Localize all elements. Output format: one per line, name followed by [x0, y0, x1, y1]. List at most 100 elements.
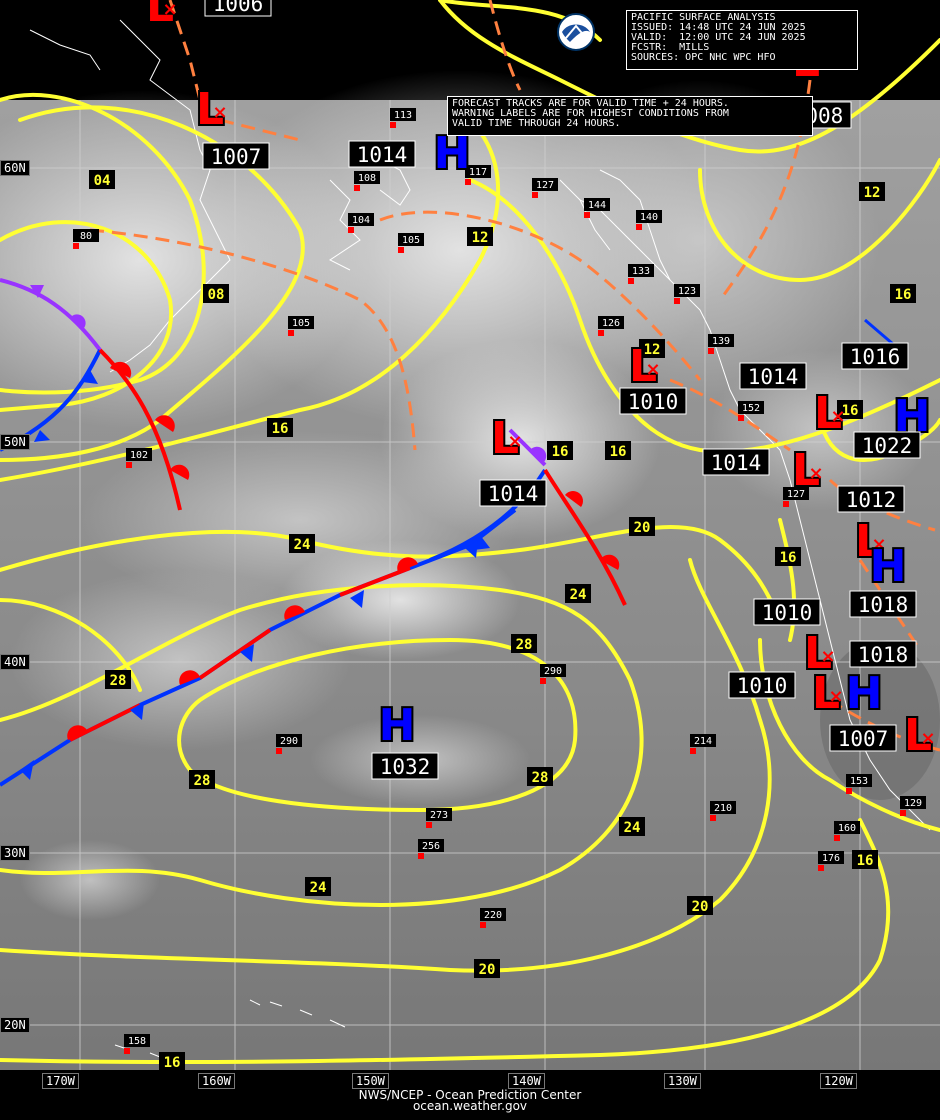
svg-text:1010: 1010: [628, 390, 679, 414]
svg-text:×: ×: [820, 646, 835, 667]
lon-label-130w: 130W: [664, 1073, 701, 1089]
svg-text:144: 144: [588, 200, 606, 211]
isobar-label: 28: [189, 770, 215, 789]
svg-text:123: 123: [678, 286, 696, 297]
svg-text:×: ×: [212, 102, 227, 123]
svg-text:158: 158: [128, 1036, 146, 1047]
svg-text:1006: 1006: [213, 0, 264, 16]
svg-text:152: 152: [742, 403, 760, 414]
isobar-label: 20: [687, 896, 713, 915]
isobar-label: 24: [305, 877, 331, 896]
lon-label-140w: 140W: [508, 1073, 545, 1089]
svg-text:1014: 1014: [488, 482, 539, 506]
lon-label-170w: 170W: [42, 1073, 79, 1089]
isobar-label: 20: [474, 959, 500, 978]
credit-line-2: ocean.weather.gov: [412, 1099, 528, 1113]
note-line-3: VALID TIME THROUGH 24 HOURS.: [452, 118, 621, 129]
lon-label-160w: 160W: [198, 1073, 235, 1089]
lat-label-30n: 30N: [0, 845, 30, 861]
isobar-label: 16: [775, 547, 801, 566]
svg-text:16: 16: [610, 444, 627, 460]
svg-text:1007: 1007: [838, 727, 889, 751]
noaa-logo-icon: [557, 13, 595, 51]
lat-label-20n: 20N: [0, 1017, 30, 1033]
svg-text:1022: 1022: [862, 434, 913, 458]
isobar-label: 24: [565, 584, 591, 603]
svg-text:20: 20: [692, 899, 709, 915]
lon-label-150w: 150W: [352, 1073, 389, 1089]
svg-text:×: ×: [830, 406, 845, 427]
svg-text:290: 290: [544, 666, 562, 677]
svg-text:20: 20: [479, 962, 496, 978]
isobar-label: 16: [159, 1052, 185, 1071]
svg-text:220: 220: [484, 910, 502, 921]
svg-text:80: 80: [80, 231, 92, 242]
isobar-label: 28: [511, 634, 537, 653]
svg-text:16: 16: [857, 853, 874, 869]
svg-text:1014: 1014: [748, 365, 799, 389]
lon-label-120w: 120W: [820, 1073, 857, 1089]
analysis-info-box: PACIFIC SURFACE ANALYSIS ISSUED: 14:48 UT…: [626, 10, 858, 70]
isobar-label: 24: [619, 817, 645, 836]
svg-text:1032: 1032: [380, 755, 431, 779]
svg-text:16: 16: [272, 421, 289, 437]
svg-text:12: 12: [864, 185, 881, 201]
svg-text:12: 12: [472, 230, 489, 246]
svg-text:16: 16: [164, 1055, 181, 1071]
svg-text:1014: 1014: [711, 451, 762, 475]
isobar-label: 12: [467, 227, 493, 246]
svg-text:×: ×: [808, 463, 823, 484]
svg-text:160: 160: [838, 823, 856, 834]
svg-text:1012: 1012: [846, 488, 897, 512]
svg-text:139: 139: [712, 336, 730, 347]
svg-text:28: 28: [194, 773, 211, 789]
svg-text:1007: 1007: [211, 145, 262, 169]
svg-text:24: 24: [294, 537, 311, 553]
svg-text:1010: 1010: [737, 674, 788, 698]
svg-text:×: ×: [162, 0, 177, 20]
svg-text:H: H: [379, 700, 416, 751]
svg-text:210: 210: [714, 803, 732, 814]
svg-text:28: 28: [516, 637, 533, 653]
isobar-label: 16: [547, 441, 573, 460]
svg-text:214: 214: [694, 736, 712, 747]
svg-text:×: ×: [645, 359, 660, 380]
svg-text:16: 16: [552, 444, 569, 460]
svg-text:24: 24: [624, 820, 641, 836]
svg-text:153: 153: [850, 776, 868, 787]
lat-label-40n: 40N: [0, 654, 30, 670]
isobar-label: 04: [89, 170, 115, 189]
svg-text:105: 105: [402, 235, 420, 246]
svg-text:04: 04: [94, 173, 111, 189]
svg-text:1016: 1016: [850, 345, 901, 369]
svg-text:104: 104: [352, 215, 370, 226]
svg-text:133: 133: [632, 266, 650, 277]
svg-text:273: 273: [430, 810, 448, 821]
isobar-label: 24: [289, 534, 315, 553]
svg-text:16: 16: [780, 550, 797, 566]
svg-text:1014: 1014: [357, 143, 408, 167]
svg-text:1018: 1018: [858, 643, 909, 667]
svg-text:24: 24: [570, 587, 587, 603]
svg-text:102: 102: [130, 450, 148, 461]
svg-text:H: H: [846, 668, 883, 719]
svg-text:113: 113: [394, 110, 412, 121]
lat-label-50n: 50N: [0, 434, 30, 450]
lat-label-60n: 60N: [0, 160, 30, 176]
sources: SOURCES: OPC NHC WPC HFO: [631, 52, 776, 63]
isobar-label: 28: [105, 670, 131, 689]
isobar-label: 16: [852, 850, 878, 869]
svg-text:16: 16: [895, 287, 912, 303]
svg-text:1010: 1010: [762, 601, 813, 625]
isobar-label: 16: [605, 441, 631, 460]
svg-text:28: 28: [110, 673, 127, 689]
svg-text:×: ×: [828, 686, 843, 707]
svg-text:256: 256: [422, 841, 440, 852]
svg-text:108: 108: [358, 173, 376, 184]
isobar-label: 16: [890, 284, 916, 303]
svg-text:×: ×: [920, 728, 935, 749]
svg-text:×: ×: [507, 431, 522, 452]
svg-text:290: 290: [280, 736, 298, 747]
surface-analysis-map: 0408121212161616161616161620202024242424…: [0, 0, 940, 1071]
svg-text:117: 117: [469, 167, 487, 178]
